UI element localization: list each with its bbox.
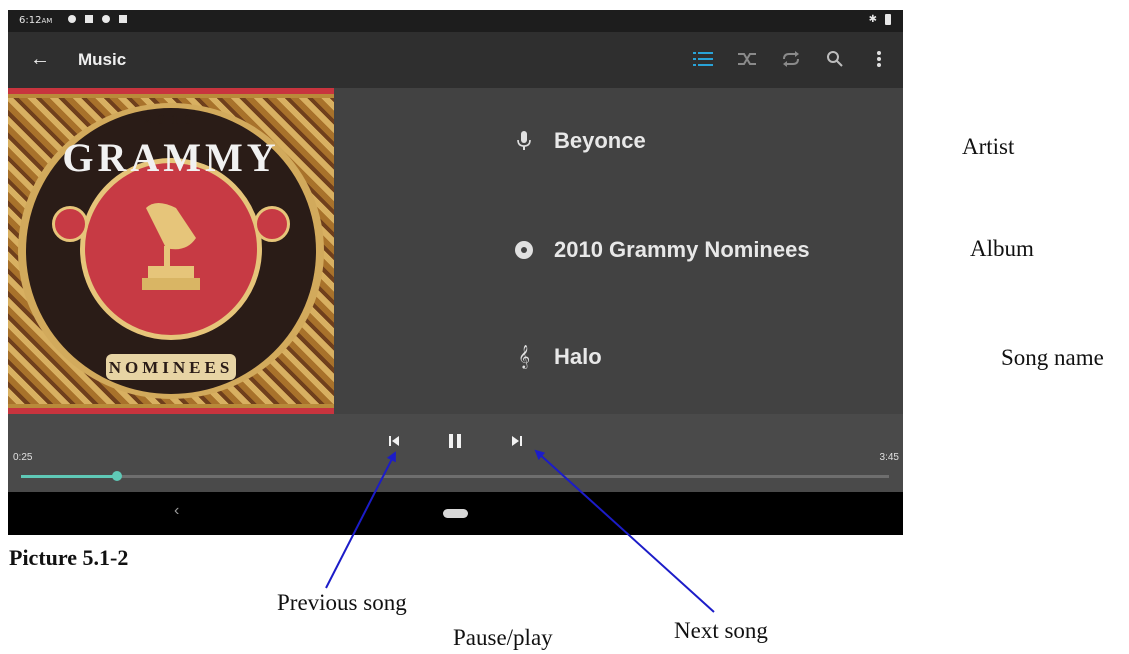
annotation-arrows [325,449,715,613]
previous-song-arrow [325,451,396,589]
next-song-arrow [534,449,715,613]
